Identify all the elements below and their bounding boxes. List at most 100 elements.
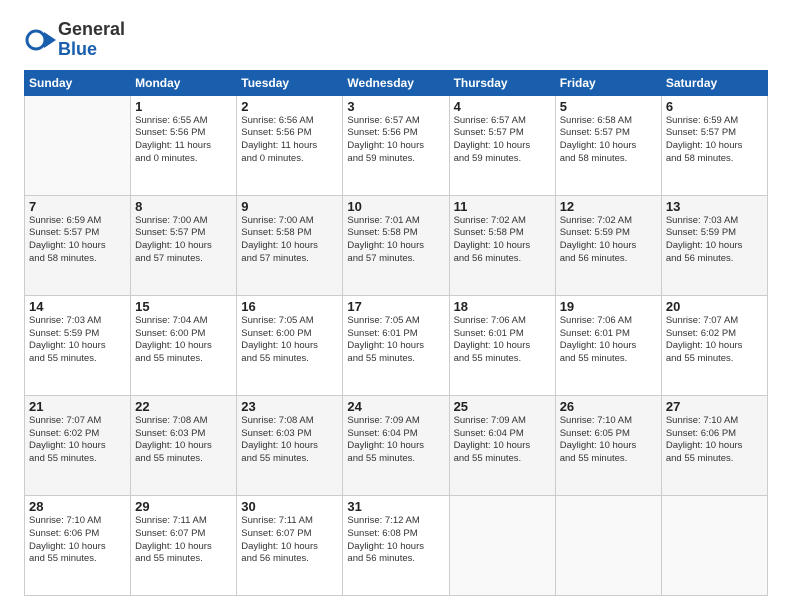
day-number: 21: [29, 399, 126, 414]
day-info: Sunrise: 7:02 AM Sunset: 5:59 PM Dayligh…: [560, 215, 657, 266]
day-number: 7: [29, 199, 126, 214]
calendar-cell: 6Sunrise: 6:59 AM Sunset: 5:57 PM Daylig…: [661, 95, 767, 195]
day-number: 16: [241, 299, 338, 314]
day-info: Sunrise: 7:08 AM Sunset: 6:03 PM Dayligh…: [135, 415, 232, 466]
day-info: Sunrise: 7:00 AM Sunset: 5:57 PM Dayligh…: [135, 215, 232, 266]
calendar-cell: [25, 95, 131, 195]
calendar-cell: 26Sunrise: 7:10 AM Sunset: 6:05 PM Dayli…: [555, 395, 661, 495]
day-info: Sunrise: 7:05 AM Sunset: 6:01 PM Dayligh…: [347, 315, 444, 366]
calendar-cell: 24Sunrise: 7:09 AM Sunset: 6:04 PM Dayli…: [343, 395, 449, 495]
day-info: Sunrise: 7:05 AM Sunset: 6:00 PM Dayligh…: [241, 315, 338, 366]
col-header-tuesday: Tuesday: [237, 70, 343, 95]
logo-text-blue: Blue: [58, 40, 125, 60]
logo: General Blue: [24, 20, 125, 60]
calendar-cell: 14Sunrise: 7:03 AM Sunset: 5:59 PM Dayli…: [25, 295, 131, 395]
calendar-cell: 16Sunrise: 7:05 AM Sunset: 6:00 PM Dayli…: [237, 295, 343, 395]
day-number: 29: [135, 499, 232, 514]
day-info: Sunrise: 6:58 AM Sunset: 5:57 PM Dayligh…: [560, 115, 657, 166]
calendar-table: SundayMondayTuesdayWednesdayThursdayFrid…: [24, 70, 768, 596]
day-number: 28: [29, 499, 126, 514]
day-info: Sunrise: 7:09 AM Sunset: 6:04 PM Dayligh…: [454, 415, 551, 466]
day-info: Sunrise: 7:09 AM Sunset: 6:04 PM Dayligh…: [347, 415, 444, 466]
day-number: 22: [135, 399, 232, 414]
day-number: 25: [454, 399, 551, 414]
calendar-cell: 10Sunrise: 7:01 AM Sunset: 5:58 PM Dayli…: [343, 195, 449, 295]
day-number: 24: [347, 399, 444, 414]
day-info: Sunrise: 7:07 AM Sunset: 6:02 PM Dayligh…: [666, 315, 763, 366]
calendar-cell: 12Sunrise: 7:02 AM Sunset: 5:59 PM Dayli…: [555, 195, 661, 295]
calendar-cell: 18Sunrise: 7:06 AM Sunset: 6:01 PM Dayli…: [449, 295, 555, 395]
day-number: 2: [241, 99, 338, 114]
calendar-cell: 17Sunrise: 7:05 AM Sunset: 6:01 PM Dayli…: [343, 295, 449, 395]
calendar-cell: 5Sunrise: 6:58 AM Sunset: 5:57 PM Daylig…: [555, 95, 661, 195]
day-number: 27: [666, 399, 763, 414]
calendar-cell: 2Sunrise: 6:56 AM Sunset: 5:56 PM Daylig…: [237, 95, 343, 195]
day-number: 8: [135, 199, 232, 214]
col-header-friday: Friday: [555, 70, 661, 95]
page: General Blue SundayMondayTuesdayWednesda…: [0, 0, 792, 612]
day-number: 18: [454, 299, 551, 314]
calendar-cell: 4Sunrise: 6:57 AM Sunset: 5:57 PM Daylig…: [449, 95, 555, 195]
day-info: Sunrise: 7:10 AM Sunset: 6:06 PM Dayligh…: [29, 515, 126, 566]
day-info: Sunrise: 7:03 AM Sunset: 5:59 PM Dayligh…: [29, 315, 126, 366]
calendar-cell: 21Sunrise: 7:07 AM Sunset: 6:02 PM Dayli…: [25, 395, 131, 495]
day-info: Sunrise: 6:59 AM Sunset: 5:57 PM Dayligh…: [29, 215, 126, 266]
day-number: 15: [135, 299, 232, 314]
day-info: Sunrise: 7:08 AM Sunset: 6:03 PM Dayligh…: [241, 415, 338, 466]
day-info: Sunrise: 7:00 AM Sunset: 5:58 PM Dayligh…: [241, 215, 338, 266]
day-number: 3: [347, 99, 444, 114]
day-info: Sunrise: 7:11 AM Sunset: 6:07 PM Dayligh…: [135, 515, 232, 566]
day-info: Sunrise: 7:04 AM Sunset: 6:00 PM Dayligh…: [135, 315, 232, 366]
day-number: 20: [666, 299, 763, 314]
calendar-cell: 31Sunrise: 7:12 AM Sunset: 6:08 PM Dayli…: [343, 495, 449, 595]
day-info: Sunrise: 7:10 AM Sunset: 6:05 PM Dayligh…: [560, 415, 657, 466]
day-info: Sunrise: 6:56 AM Sunset: 5:56 PM Dayligh…: [241, 115, 338, 166]
day-number: 5: [560, 99, 657, 114]
day-info: Sunrise: 7:02 AM Sunset: 5:58 PM Dayligh…: [454, 215, 551, 266]
calendar-cell: 15Sunrise: 7:04 AM Sunset: 6:00 PM Dayli…: [131, 295, 237, 395]
calendar-cell: 19Sunrise: 7:06 AM Sunset: 6:01 PM Dayli…: [555, 295, 661, 395]
calendar-cell: 3Sunrise: 6:57 AM Sunset: 5:56 PM Daylig…: [343, 95, 449, 195]
calendar-cell: 25Sunrise: 7:09 AM Sunset: 6:04 PM Dayli…: [449, 395, 555, 495]
day-number: 26: [560, 399, 657, 414]
col-header-sunday: Sunday: [25, 70, 131, 95]
day-info: Sunrise: 7:06 AM Sunset: 6:01 PM Dayligh…: [454, 315, 551, 366]
day-info: Sunrise: 7:10 AM Sunset: 6:06 PM Dayligh…: [666, 415, 763, 466]
day-number: 10: [347, 199, 444, 214]
col-header-thursday: Thursday: [449, 70, 555, 95]
calendar-cell: 7Sunrise: 6:59 AM Sunset: 5:57 PM Daylig…: [25, 195, 131, 295]
col-header-wednesday: Wednesday: [343, 70, 449, 95]
calendar-cell: [661, 495, 767, 595]
day-number: 11: [454, 199, 551, 214]
day-info: Sunrise: 7:07 AM Sunset: 6:02 PM Dayligh…: [29, 415, 126, 466]
day-number: 6: [666, 99, 763, 114]
day-number: 14: [29, 299, 126, 314]
calendar-cell: 8Sunrise: 7:00 AM Sunset: 5:57 PM Daylig…: [131, 195, 237, 295]
col-header-saturday: Saturday: [661, 70, 767, 95]
day-number: 17: [347, 299, 444, 314]
col-header-monday: Monday: [131, 70, 237, 95]
day-number: 31: [347, 499, 444, 514]
day-info: Sunrise: 6:55 AM Sunset: 5:56 PM Dayligh…: [135, 115, 232, 166]
day-number: 4: [454, 99, 551, 114]
day-info: Sunrise: 6:57 AM Sunset: 5:56 PM Dayligh…: [347, 115, 444, 166]
calendar-cell: 28Sunrise: 7:10 AM Sunset: 6:06 PM Dayli…: [25, 495, 131, 595]
calendar-cell: 11Sunrise: 7:02 AM Sunset: 5:58 PM Dayli…: [449, 195, 555, 295]
day-number: 1: [135, 99, 232, 114]
calendar-cell: [555, 495, 661, 595]
calendar-cell: 22Sunrise: 7:08 AM Sunset: 6:03 PM Dayli…: [131, 395, 237, 495]
day-number: 19: [560, 299, 657, 314]
calendar-cell: 9Sunrise: 7:00 AM Sunset: 5:58 PM Daylig…: [237, 195, 343, 295]
calendar-cell: 13Sunrise: 7:03 AM Sunset: 5:59 PM Dayli…: [661, 195, 767, 295]
day-number: 30: [241, 499, 338, 514]
day-number: 12: [560, 199, 657, 214]
calendar-cell: 20Sunrise: 7:07 AM Sunset: 6:02 PM Dayli…: [661, 295, 767, 395]
logo-text-general: General: [58, 20, 125, 40]
day-info: Sunrise: 6:57 AM Sunset: 5:57 PM Dayligh…: [454, 115, 551, 166]
day-info: Sunrise: 6:59 AM Sunset: 5:57 PM Dayligh…: [666, 115, 763, 166]
calendar-cell: 30Sunrise: 7:11 AM Sunset: 6:07 PM Dayli…: [237, 495, 343, 595]
day-number: 9: [241, 199, 338, 214]
calendar-cell: [449, 495, 555, 595]
calendar-cell: 29Sunrise: 7:11 AM Sunset: 6:07 PM Dayli…: [131, 495, 237, 595]
day-info: Sunrise: 7:12 AM Sunset: 6:08 PM Dayligh…: [347, 515, 444, 566]
